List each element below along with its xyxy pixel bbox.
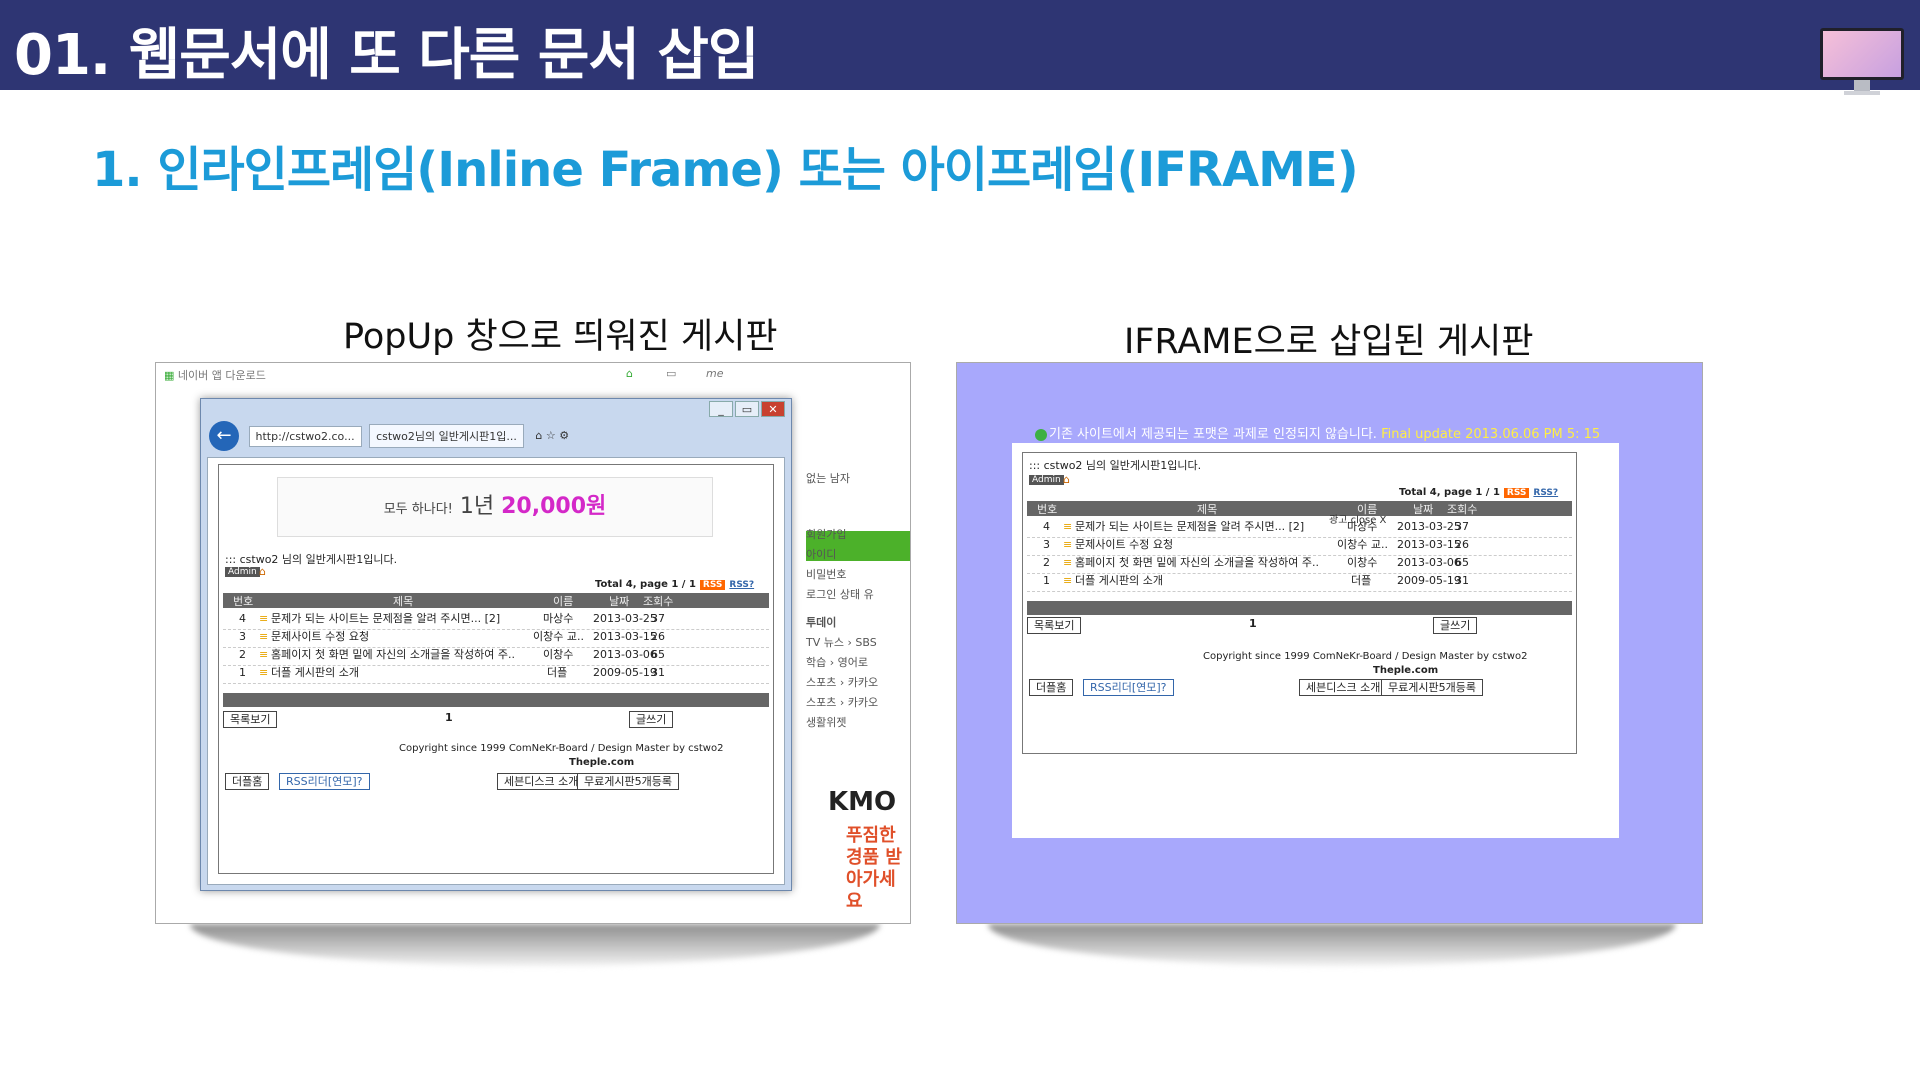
monitor-icon	[1820, 28, 1904, 98]
table-row[interactable]: 1 ≡ 더플 게시판의 소개 더플 2009-05-19 31	[223, 663, 769, 684]
disk-button[interactable]: 세븐디스크 소개	[497, 773, 586, 790]
close-link[interactable]: close X	[1351, 515, 1387, 526]
kmo-logo: KMO	[828, 787, 897, 817]
popup-screenshot: ▦ 네이버 앱 다운로드 ⌂ ▭ me 없는 남자 회원가입 아이디 비밀번호 …	[155, 362, 911, 924]
site-name[interactable]: Theple.com	[1373, 665, 1438, 676]
board-total: Total 4, page 1 / 1 RSS RSS?	[595, 579, 755, 590]
table-row[interactable]: 1 ≡ 더플 게시판의 소개 더플 2009-05-19 31	[1027, 571, 1572, 592]
maximize-icon[interactable]: ▭	[735, 401, 759, 417]
site-name[interactable]: Theple.com	[569, 757, 634, 768]
popup-window[interactable]: _ ▭ ✕ ← http://cstwo2.co... cstwo2님의 일반게시판…	[200, 398, 792, 891]
board-divider	[223, 693, 769, 707]
home-button[interactable]: 더플홈	[1029, 679, 1074, 696]
url-field[interactable]: http://cstwo2.co...	[248, 425, 362, 447]
list-button[interactable]: 목록보기	[1027, 617, 1082, 634]
kmo-ad-text: 푸짐한 경품 받아가세요	[846, 825, 902, 912]
iframe-frame: ::: cstwo2 님의 일반게시판1입니다. Admin ⌂ Total 4…	[1012, 443, 1619, 838]
home-button[interactable]: 더플홈	[225, 773, 270, 790]
home-icon[interactable]: ⌂	[1063, 473, 1070, 486]
copyright: Copyright since 1999 ComNeKr-Board / Des…	[399, 743, 724, 754]
write-button[interactable]: 글쓰기	[629, 711, 674, 728]
rss-button[interactable]: RSS리더[연모]?	[279, 773, 370, 790]
caption-popup: PopUp 창으로 띄워진 게시판	[343, 317, 778, 357]
shadow-left	[190, 924, 880, 966]
bg-top-text: ▦ 네이버 앱 다운로드 ⌂ ▭ me	[164, 367, 724, 382]
board-title: ::: cstwo2 님의 일반게시판1입니다.	[225, 553, 398, 566]
ad-close[interactable]: 광고 close X	[1329, 511, 1386, 526]
browser-tab[interactable]: cstwo2님의 일반게시판1입...	[369, 424, 524, 448]
close-icon[interactable]: ✕	[761, 401, 785, 417]
notice-text: 기존 사이트에서 제공되는 포맷은 과제로 인정되지 않습니다. Final u…	[1035, 423, 1600, 442]
price-banner: 모두 하나다! 1년 20,000원	[277, 477, 713, 537]
section-subtitle: 1. 인라인프레임(Inline Frame) 또는 아이프레임(IFRAME)	[92, 142, 1359, 198]
caption-iframe: IFRAME으로 삽입된 게시판	[1124, 322, 1534, 362]
board-popup: 모두 하나다! 1년 20,000원 ::: cstwo2 님의 일반게시판1입…	[218, 464, 774, 874]
page-title: 01. 웹문서에 또 다른 문서 삽입	[14, 23, 759, 88]
minimize-icon[interactable]: _	[709, 401, 733, 417]
shadow-right	[988, 924, 1676, 966]
address-bar: ← http://cstwo2.co... cstwo2님의 일반게시판1입..…	[209, 421, 783, 453]
write-button[interactable]: 글쓰기	[1433, 617, 1478, 634]
ad-label: 광고	[1329, 515, 1348, 526]
table-header: 번호 제목 이름 날짜 조회수	[1027, 501, 1572, 516]
admin-badge[interactable]: Admin	[225, 567, 260, 577]
home-star-gear-icon[interactable]: ⌂ ☆ ⚙	[535, 429, 569, 442]
header-bar: 01. 웹문서에 또 다른 문서 삽입	[0, 0, 1920, 95]
free-board-button[interactable]: 무료게시판5개등록	[577, 773, 679, 790]
window-controls: _ ▭ ✕	[707, 401, 785, 417]
copyright: Copyright since 1999 ComNeKr-Board / Des…	[1203, 651, 1528, 662]
board-iframe: ::: cstwo2 님의 일반게시판1입니다. Admin ⌂ Total 4…	[1022, 452, 1577, 754]
page-number[interactable]: 1	[1249, 617, 1257, 630]
home-icon[interactable]: ⌂	[259, 565, 266, 578]
popup-content: 모두 하나다! 1년 20,000원 ::: cstwo2 님의 일반게시판1입…	[207, 457, 785, 885]
iframe-screenshot: 기존 사이트에서 제공되는 포맷은 과제로 인정되지 않습니다. Final u…	[956, 362, 1703, 924]
admin-badge[interactable]: Admin	[1029, 475, 1064, 485]
board-total: Total 4, page 1 / 1 RSS RSS?	[1399, 487, 1559, 498]
free-board-button[interactable]: 무료게시판5개등록	[1381, 679, 1483, 696]
page-number[interactable]: 1	[445, 711, 453, 724]
green-dot-icon	[1035, 428, 1047, 441]
board-divider	[1027, 601, 1572, 615]
list-button[interactable]: 목록보기	[223, 711, 278, 728]
back-arrow-icon[interactable]: ←	[209, 421, 239, 451]
rss-button[interactable]: RSS리더[연모]?	[1083, 679, 1174, 696]
disk-button[interactable]: 세븐디스크 소개	[1299, 679, 1388, 696]
background-sidebar: 없는 남자 회원가입 아이디 비밀번호 로그인 상태 유 투데이 TV 뉴스 ›…	[806, 472, 879, 729]
table-header: 번호 제목 이름 날짜 조회수	[223, 593, 769, 608]
board-title: ::: cstwo2 님의 일반게시판1입니다.	[1029, 459, 1202, 472]
